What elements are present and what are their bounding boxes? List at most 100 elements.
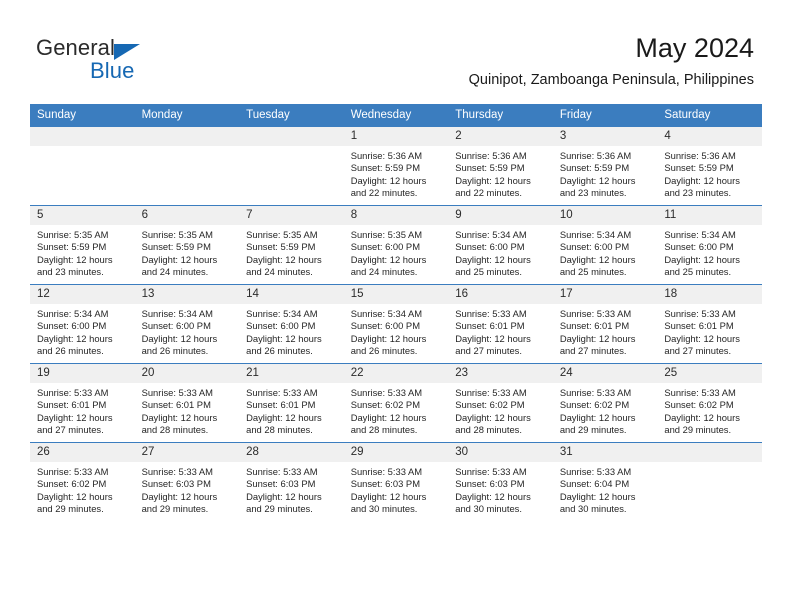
day-number: 12 (30, 285, 135, 304)
daylight-text-line1: Daylight: 12 hours (559, 490, 636, 502)
calendar-day-cell[interactable]: 2 Sunrise: 5:36 AM Sunset: 5:59 PM Daylight… (448, 126, 553, 206)
day-number: 7 (239, 206, 344, 225)
day-number: 28 (239, 443, 344, 462)
weekday-header-thursday: Thursday (448, 104, 553, 127)
calendar-day-cell[interactable]: 31 Sunrise: 5:33 AM Sunset: 6:04 PM Dayligh… (552, 442, 658, 521)
calendar-day-cell[interactable]: 25 Sunrise: 5:33 AM Sunset: 6:02 PM Dayligh… (657, 363, 762, 443)
sunset-text: Sunset: 6:00 PM (559, 241, 630, 253)
day-number: 19 (30, 364, 135, 383)
calendar-day-cell[interactable]: 7 Sunrise: 5:35 AM Sunset: 5:59 PM Daylight… (239, 205, 344, 285)
sunset-text: Sunset: 6:03 PM (455, 478, 525, 490)
day-number: 15 (343, 285, 449, 304)
calendar-day-cell[interactable]: 4 Sunrise: 5:36 AM Sunset: 5:59 PM Daylight… (657, 126, 762, 206)
daylight-text-line1: Daylight: 12 hours (350, 332, 427, 344)
day-number: 27 (134, 443, 240, 462)
calendar-day-cell[interactable]: 24 Sunrise: 5:33 AM Sunset: 6:02 PM Dayligh… (552, 363, 658, 443)
sunrise-text: Sunrise: 5:34 AM (455, 229, 527, 240)
day-details: Sunrise: 5:35 AM Sunset: 5:59 PM Daylight:… (239, 225, 344, 279)
day-number: 1 (343, 127, 449, 146)
day-details: Sunrise: 5:33 AM Sunset: 6:02 PM Daylight:… (30, 462, 135, 516)
calendar-day-cell[interactable]: 3 Sunrise: 5:36 AM Sunset: 5:59 PM Daylight… (552, 126, 658, 206)
calendar-day-cell[interactable]: 22 Sunrise: 5:33 AM Sunset: 6:02 PM Dayligh… (343, 363, 449, 443)
calendar-day-cell[interactable]: 9 Sunrise: 5:34 AM Sunset: 6:00 PM Daylight… (448, 205, 553, 285)
day-details: Sunrise: 5:33 AM Sunset: 6:03 PM Daylight:… (448, 462, 553, 516)
day-number: 8 (343, 206, 449, 225)
daylight-text-line2: and 29 minutes. (559, 424, 627, 436)
day-details: Sunrise: 5:33 AM Sunset: 6:03 PM Daylight:… (239, 462, 344, 516)
calendar-day-cell[interactable]: 18 Sunrise: 5:33 AM Sunset: 6:01 PM Dayligh… (657, 284, 762, 364)
sunset-text: Sunset: 6:02 PM (559, 399, 630, 411)
sunset-text: Sunset: 6:02 PM (350, 399, 420, 411)
day-details: Sunrise: 5:33 AM Sunset: 6:01 PM Daylight:… (239, 383, 344, 437)
daylight-text-line2: and 26 minutes. (37, 345, 104, 357)
daylight-text-line2: and 30 minutes. (455, 503, 522, 515)
calendar-day-cell[interactable]: 28 Sunrise: 5:33 AM Sunset: 6:03 PM Dayligh… (239, 442, 344, 521)
calendar-day-cell[interactable]: 27 Sunrise: 5:33 AM Sunset: 6:03 PM Dayligh… (134, 442, 240, 521)
day-number: 31 (552, 443, 658, 462)
sunrise-text: Sunrise: 5:34 AM (141, 308, 213, 319)
weekday-header-tuesday: Tuesday (239, 104, 344, 127)
calendar-day-cell[interactable]: 29 Sunrise: 5:33 AM Sunset: 6:03 PM Dayligh… (343, 442, 449, 521)
calendar-day-cell[interactable]: 15 Sunrise: 5:34 AM Sunset: 6:00 PM Dayligh… (343, 284, 449, 364)
daylight-text-line1: Daylight: 12 hours (37, 332, 113, 344)
day-number: 21 (239, 364, 344, 383)
calendar-day-cell[interactable]: 17 Sunrise: 5:33 AM Sunset: 6:01 PM Dayligh… (552, 284, 658, 364)
weekday-header-wednesday: Wednesday (343, 104, 449, 127)
calendar-day-cell[interactable]: 20 Sunrise: 5:33 AM Sunset: 6:01 PM Dayligh… (134, 363, 240, 443)
calendar-day-cell[interactable]: 10 Sunrise: 5:34 AM Sunset: 6:00 PM Dayligh… (552, 205, 658, 285)
title-block: May 2024 Quinipot, Zamboanga Peninsula, … (469, 32, 754, 90)
sunset-text: Sunset: 6:01 PM (455, 320, 525, 332)
sunrise-text: Sunrise: 5:33 AM (455, 466, 527, 477)
daylight-text-line2: and 25 minutes. (664, 266, 732, 278)
day-number: 10 (552, 206, 658, 225)
weekday-header-friday: Friday (552, 104, 658, 127)
daylight-text-line1: Daylight: 12 hours (455, 332, 531, 344)
calendar-day-cell[interactable]: 23 Sunrise: 5:33 AM Sunset: 6:02 PM Dayligh… (448, 363, 553, 443)
weekday-header-saturday: Saturday (657, 104, 762, 127)
calendar-cell-empty (239, 126, 344, 206)
calendar-day-cell[interactable]: 21 Sunrise: 5:33 AM Sunset: 6:01 PM Dayligh… (239, 363, 344, 443)
sunrise-text: Sunrise: 5:33 AM (559, 466, 632, 477)
sunset-text: Sunset: 6:01 PM (37, 399, 107, 411)
sunset-text: Sunset: 6:02 PM (37, 478, 107, 490)
calendar-day-cell[interactable]: 5 Sunrise: 5:35 AM Sunset: 5:59 PM Daylight… (30, 205, 135, 285)
day-details: Sunrise: 5:34 AM Sunset: 6:00 PM Daylight:… (30, 304, 135, 358)
calendar-page: General Blue May 2024 Quinipot, Zamboang… (0, 0, 792, 612)
day-details: Sunrise: 5:33 AM Sunset: 6:01 PM Daylight:… (448, 304, 553, 358)
day-details: Sunrise: 5:33 AM Sunset: 6:03 PM Daylight:… (135, 462, 240, 516)
day-number: 11 (657, 206, 762, 225)
sunset-text: Sunset: 5:59 PM (141, 241, 211, 253)
calendar-day-cell[interactable]: 11 Sunrise: 5:34 AM Sunset: 6:00 PM Dayligh… (657, 205, 762, 285)
daylight-text-line1: Daylight: 12 hours (559, 332, 636, 344)
daylight-text-line2: and 28 minutes. (350, 424, 418, 436)
calendar-cell-empty (30, 126, 135, 206)
day-number: 25 (657, 364, 762, 383)
sunrise-text: Sunrise: 5:33 AM (559, 387, 632, 398)
daylight-text-line1: Daylight: 12 hours (141, 411, 218, 423)
calendar-day-cell[interactable]: 1 Sunrise: 5:36 AM Sunset: 5:59 PM Daylight… (343, 126, 449, 206)
sunset-text: Sunset: 6:00 PM (350, 320, 420, 332)
daylight-text-line2: and 29 minutes. (141, 503, 209, 515)
calendar-day-cell[interactable]: 14 Sunrise: 5:34 AM Sunset: 6:00 PM Dayligh… (239, 284, 344, 364)
sunrise-text: Sunrise: 5:33 AM (141, 466, 213, 477)
calendar-day-cell[interactable]: 13 Sunrise: 5:34 AM Sunset: 6:00 PM Dayligh… (134, 284, 240, 364)
day-details: Sunrise: 5:33 AM Sunset: 6:02 PM Daylight:… (657, 383, 762, 437)
daylight-text-line2: and 26 minutes. (141, 345, 209, 357)
sunset-text: Sunset: 5:59 PM (37, 241, 107, 253)
day-number: 29 (343, 443, 449, 462)
sunrise-text: Sunrise: 5:34 AM (559, 229, 632, 240)
calendar-day-cell[interactable]: 6 Sunrise: 5:35 AM Sunset: 5:59 PM Daylight… (134, 205, 240, 285)
day-number: 14 (239, 285, 344, 304)
daylight-text-line1: Daylight: 12 hours (37, 411, 113, 423)
daylight-text-line1: Daylight: 12 hours (37, 253, 113, 265)
daylight-text-line2: and 26 minutes. (350, 345, 418, 357)
general-blue-logo[interactable]: General Blue (36, 36, 236, 88)
calendar-day-cell[interactable]: 16 Sunrise: 5:33 AM Sunset: 6:01 PM Dayligh… (448, 284, 553, 364)
calendar-day-cell[interactable]: 12 Sunrise: 5:34 AM Sunset: 6:00 PM Dayligh… (30, 284, 135, 364)
calendar-day-cell[interactable]: 8 Sunrise: 5:35 AM Sunset: 6:00 PM Daylight… (343, 205, 449, 285)
calendar-day-cell[interactable]: 19 Sunrise: 5:33 AM Sunset: 6:01 PM Dayligh… (30, 363, 135, 443)
calendar-day-cell[interactable]: 26 Sunrise: 5:33 AM Sunset: 6:02 PM Dayligh… (30, 442, 135, 521)
daylight-text-line1: Daylight: 12 hours (664, 411, 740, 423)
calendar-day-cell[interactable]: 30 Sunrise: 5:33 AM Sunset: 6:03 PM Dayligh… (448, 442, 553, 521)
sunset-text: Sunset: 6:00 PM (246, 320, 316, 332)
